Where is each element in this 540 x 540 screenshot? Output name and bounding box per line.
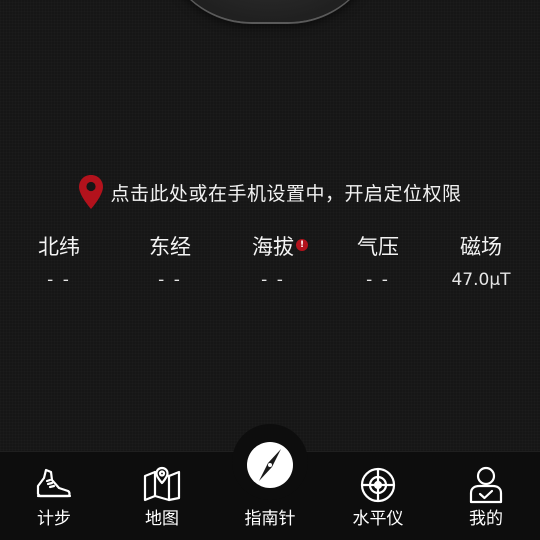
stat-altitude: 海拔 ! - - (223, 232, 323, 290)
profile-icon (468, 466, 504, 508)
stat-pressure: 气压 - - (328, 232, 428, 290)
level-icon (359, 466, 397, 508)
stat-value: 47.0μT (451, 270, 511, 290)
tab-pedometer[interactable]: 计步 (9, 452, 99, 540)
tab-label: 计步 (37, 509, 71, 529)
compass-dial (160, 0, 380, 22)
stat-label: 气压 (357, 235, 399, 259)
tab-label: 水平仪 (352, 509, 404, 529)
location-pin-icon (78, 174, 104, 210)
alert-icon: ! (296, 239, 308, 251)
tab-level[interactable]: 水平仪 (333, 452, 423, 540)
stat-label: 东经 (149, 235, 191, 259)
stat-label: 海拔 (252, 235, 294, 259)
tab-label: 我的 (469, 509, 503, 529)
stat-magnetic-field: 磁场 47.0μT (431, 232, 531, 290)
stat-longitude: 东经 - - (120, 232, 220, 290)
location-permission-prompt[interactable]: 点击此处或在手机设置中，开启定位权限 (0, 172, 540, 212)
stat-label: 磁场 (460, 235, 502, 259)
compass-icon (245, 440, 295, 494)
tab-label: 地图 (145, 509, 179, 529)
tab-map[interactable]: 地图 (117, 452, 207, 540)
location-prompt-text: 点击此处或在手机设置中，开启定位权限 (110, 182, 462, 205)
stat-label: 北纬 (38, 235, 80, 259)
stat-value: - - (366, 270, 390, 290)
stat-latitude: 北纬 - - (9, 232, 109, 290)
tab-compass[interactable]: 指南针 (225, 442, 315, 540)
stat-label-wrap: 海拔 ! (252, 232, 308, 262)
sneaker-icon (35, 466, 73, 506)
stat-value: - - (261, 270, 285, 290)
map-icon (143, 466, 181, 506)
tab-profile[interactable]: 我的 (441, 452, 531, 540)
bottom-tab-bar: 计步 地图 指南针 水平仪 我的 (0, 424, 540, 540)
tab-label: 指南针 (244, 509, 296, 529)
stat-value: - - (47, 270, 71, 290)
stat-value: - - (158, 270, 182, 290)
stats-row: 北纬 - - 东经 - - 海拔 ! - - 气压 - - 磁场 47.0μT (0, 232, 540, 302)
